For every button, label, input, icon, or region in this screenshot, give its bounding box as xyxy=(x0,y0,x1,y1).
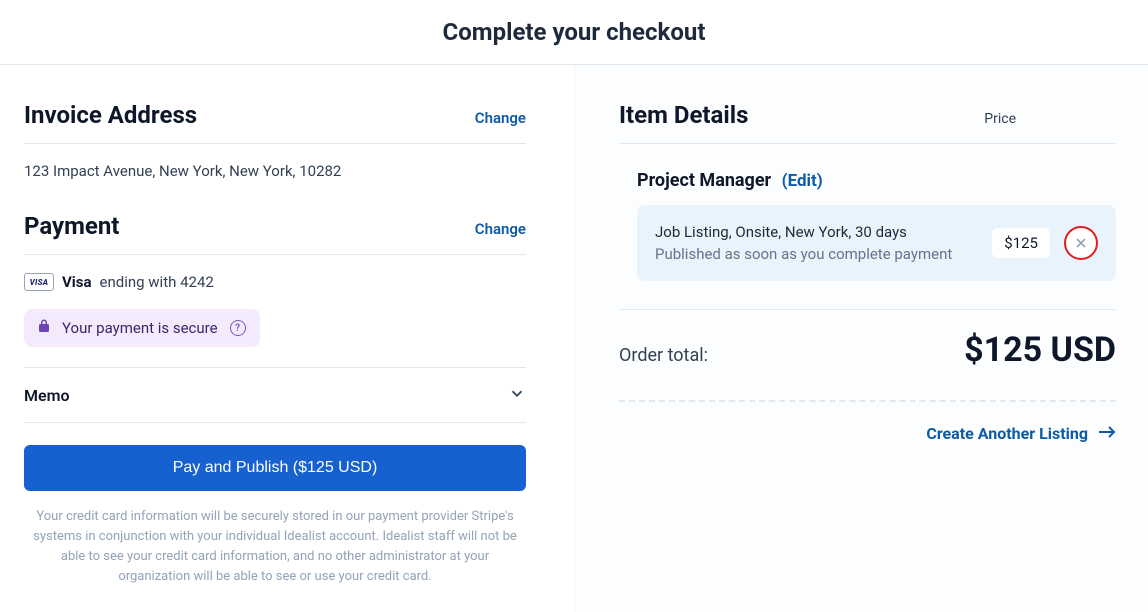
dashed-divider xyxy=(619,400,1116,402)
item-details-heading: Item Details xyxy=(619,101,748,129)
invoice-address: 123 Impact Avenue, New York, New York, 1… xyxy=(24,144,526,208)
payment-change-link[interactable]: Change xyxy=(475,220,526,238)
memo-expander[interactable]: Memo xyxy=(24,367,526,423)
price-column-label: Price xyxy=(984,111,1016,127)
chevron-down-icon xyxy=(508,384,526,406)
right-column: Item Details Price Project Manager (Edit… xyxy=(574,65,1148,612)
remove-item-button[interactable] xyxy=(1064,226,1098,260)
payment-section-header: Payment Change xyxy=(24,212,526,255)
close-icon xyxy=(1075,234,1087,253)
card-ending-text: ending with 4242 xyxy=(100,273,214,291)
payment-disclaimer: Your credit card information will be sec… xyxy=(24,507,526,588)
create-another-listing-link[interactable]: Create Another Listing xyxy=(619,424,1116,443)
secure-payment-text: Your payment is secure xyxy=(62,319,218,337)
visa-badge-icon: VISA xyxy=(24,273,54,291)
order-total-row: Order total: $125 USD xyxy=(619,330,1116,370)
page-header: Complete your checkout xyxy=(0,0,1148,65)
memo-label: Memo xyxy=(24,386,70,405)
item-title-row: Project Manager (Edit) xyxy=(619,144,1116,205)
payment-card-row: VISA Visa ending with 4242 xyxy=(24,255,526,309)
secure-payment-badge: Your payment is secure ? xyxy=(24,309,260,347)
invoice-heading: Invoice Address xyxy=(24,101,197,129)
item-name: Project Manager xyxy=(637,170,771,191)
info-icon[interactable]: ? xyxy=(230,320,246,336)
invoice-section-header: Invoice Address Change xyxy=(24,101,526,144)
listing-summary: Job Listing, Onsite, New York, 30 days xyxy=(655,223,978,241)
order-divider xyxy=(619,309,1116,310)
listing-subtext: Published as soon as you complete paymen… xyxy=(655,245,978,263)
card-brand-text: Visa xyxy=(62,273,92,291)
edit-item-link[interactable]: (Edit) xyxy=(782,171,823,191)
arrow-right-icon xyxy=(1098,424,1116,443)
order-total-label: Order total: xyxy=(619,345,708,366)
order-total-value: $125 USD xyxy=(964,330,1116,370)
payment-heading: Payment xyxy=(24,212,119,240)
page-title: Complete your checkout xyxy=(0,18,1148,46)
create-another-label: Create Another Listing xyxy=(926,424,1088,443)
listing-card: Job Listing, Onsite, New York, 30 days P… xyxy=(637,205,1116,281)
listing-text: Job Listing, Onsite, New York, 30 days P… xyxy=(655,223,978,263)
listing-price-chip: $125 xyxy=(992,228,1050,258)
pay-and-publish-button[interactable]: Pay and Publish ($125 USD) xyxy=(24,445,526,491)
main-layout: Invoice Address Change 123 Impact Avenue… xyxy=(0,65,1148,612)
left-column: Invoice Address Change 123 Impact Avenue… xyxy=(0,65,574,612)
lock-icon xyxy=(38,319,50,337)
item-details-header: Item Details Price xyxy=(619,101,1116,144)
invoice-change-link[interactable]: Change xyxy=(475,109,526,127)
